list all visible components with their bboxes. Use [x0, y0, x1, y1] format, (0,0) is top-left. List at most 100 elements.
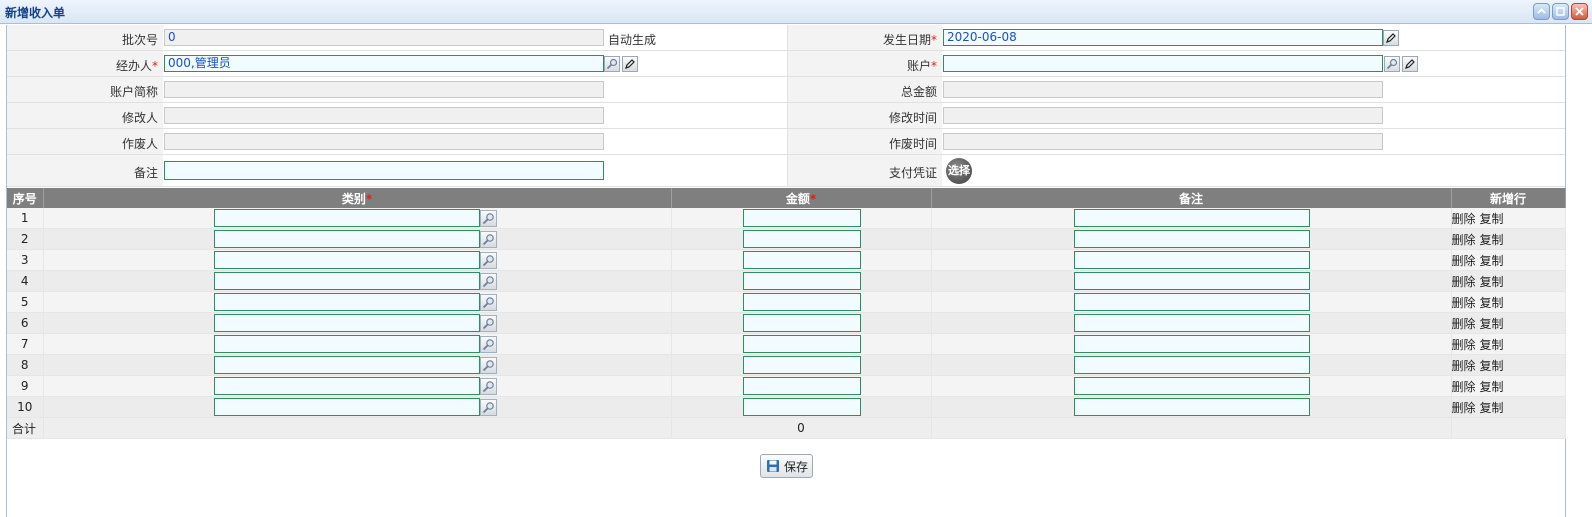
copy-row-link[interactable]: 复制 [1480, 212, 1504, 226]
row-remark-input[interactable] [1073, 272, 1310, 290]
delete-row-link[interactable]: 删除 [1452, 338, 1476, 352]
category-lookup-button[interactable] [479, 210, 497, 227]
row-remark-input[interactable] [1073, 293, 1310, 311]
amount-input[interactable] [742, 335, 861, 353]
voucher-select-button[interactable]: 选择 [946, 158, 972, 184]
delete-row-link[interactable]: 删除 [1452, 359, 1476, 373]
amount-input[interactable] [742, 272, 861, 290]
copy-row-link[interactable]: 复制 [1480, 233, 1504, 247]
category-lookup-button[interactable] [479, 399, 497, 416]
voider-label: 作废人 [121, 137, 158, 151]
category-cell [43, 208, 672, 229]
date-edit-button[interactable] [1383, 30, 1399, 46]
remark-cell [931, 333, 1452, 355]
category-lookup-button[interactable] [479, 315, 497, 332]
table-row: 7 删除 复制 [7, 333, 1566, 355]
row-remark-input[interactable] [1073, 230, 1310, 248]
account-field[interactable] [943, 55, 1383, 72]
category-input[interactable] [213, 356, 480, 374]
account-edit-button[interactable] [1402, 56, 1418, 72]
row-remark-input[interactable] [1073, 314, 1310, 332]
category-lookup-button[interactable] [479, 336, 497, 353]
category-lookup-button[interactable] [479, 231, 497, 248]
delete-row-link[interactable]: 删除 [1452, 233, 1476, 247]
amount-input[interactable] [742, 377, 861, 395]
delete-row-link[interactable]: 删除 [1452, 254, 1476, 268]
table-row: 3 删除 复制 [7, 249, 1566, 271]
col-header-remark[interactable]: 备注 [931, 188, 1452, 208]
amount-input[interactable] [742, 314, 861, 332]
copy-row-link[interactable]: 复制 [1480, 275, 1504, 289]
row-remark-input[interactable] [1073, 251, 1310, 269]
category-input[interactable] [213, 251, 480, 269]
copy-row-link[interactable]: 复制 [1480, 254, 1504, 268]
add-row-button[interactable]: 新增行 [1451, 188, 1566, 208]
category-input[interactable] [213, 398, 480, 416]
row-actions: 删除 复制 [1451, 354, 1566, 376]
account-short-label: 账户简称 [109, 85, 158, 99]
col-header-amount[interactable]: 金额* [671, 188, 932, 208]
collapse-button[interactable] [1533, 3, 1550, 20]
delete-row-link[interactable]: 删除 [1452, 212, 1476, 226]
remark-cell [931, 249, 1452, 271]
table-row: 4 删除 复制 [7, 270, 1566, 292]
void-time-label: 作废时间 [888, 137, 937, 151]
magnifier-icon [482, 276, 494, 288]
amount-input[interactable] [742, 398, 861, 416]
handler-field[interactable]: 000,管理员 [164, 55, 604, 72]
delete-row-link[interactable]: 删除 [1452, 380, 1476, 394]
category-input[interactable] [213, 209, 480, 227]
amount-input[interactable] [742, 209, 861, 227]
void-time-field [943, 133, 1383, 150]
copy-row-link[interactable]: 复制 [1480, 401, 1504, 415]
maximize-button[interactable] [1552, 3, 1569, 20]
category-lookup-button[interactable] [479, 378, 497, 395]
category-lookup-button[interactable] [479, 357, 497, 374]
category-lookup-button[interactable] [479, 294, 497, 311]
account-lookup-button[interactable] [1384, 56, 1400, 72]
amount-input[interactable] [742, 293, 861, 311]
category-input[interactable] [213, 314, 480, 332]
remark-field[interactable] [164, 161, 604, 180]
modify-time-label: 修改时间 [888, 111, 937, 125]
save-button[interactable]: 保存 [760, 454, 813, 478]
row-remark-input[interactable] [1073, 209, 1310, 227]
total-amount-field [943, 81, 1383, 98]
modifier-field [164, 107, 604, 124]
delete-row-link[interactable]: 删除 [1452, 275, 1476, 289]
category-input[interactable] [213, 335, 480, 353]
save-label: 保存 [784, 459, 809, 474]
category-input[interactable] [213, 230, 480, 248]
row-actions: 删除 复制 [1451, 291, 1566, 313]
handler-edit-button[interactable] [622, 56, 638, 72]
handler-lookup-button[interactable] [604, 56, 620, 72]
magnifier-icon [482, 339, 494, 351]
copy-row-link[interactable]: 复制 [1480, 317, 1504, 331]
row-remark-input[interactable] [1073, 335, 1310, 353]
close-button[interactable] [1571, 3, 1588, 20]
delete-row-link[interactable]: 删除 [1452, 296, 1476, 310]
copy-row-link[interactable]: 复制 [1480, 296, 1504, 310]
row-remark-input[interactable] [1073, 356, 1310, 374]
row-index: 2 [7, 228, 44, 250]
category-input[interactable] [213, 293, 480, 311]
category-lookup-button[interactable] [479, 252, 497, 269]
row-remark-input[interactable] [1073, 377, 1310, 395]
copy-row-link[interactable]: 复制 [1480, 359, 1504, 373]
copy-row-link[interactable]: 复制 [1480, 338, 1504, 352]
row-index: 6 [7, 312, 44, 334]
amount-input[interactable] [742, 251, 861, 269]
col-header-category[interactable]: 类别* [43, 188, 672, 208]
category-input[interactable] [213, 377, 480, 395]
amount-input[interactable] [742, 230, 861, 248]
category-lookup-button[interactable] [479, 273, 497, 290]
date-label: 发生日期* [882, 33, 937, 47]
row-remark-input[interactable] [1073, 398, 1310, 416]
delete-row-link[interactable]: 删除 [1452, 401, 1476, 415]
amount-input[interactable] [742, 356, 861, 374]
copy-row-link[interactable]: 复制 [1480, 380, 1504, 394]
category-input[interactable] [213, 272, 480, 290]
date-field[interactable]: 2020-06-08 [943, 29, 1383, 46]
total-ops-cell [1451, 417, 1566, 439]
delete-row-link[interactable]: 删除 [1452, 317, 1476, 331]
